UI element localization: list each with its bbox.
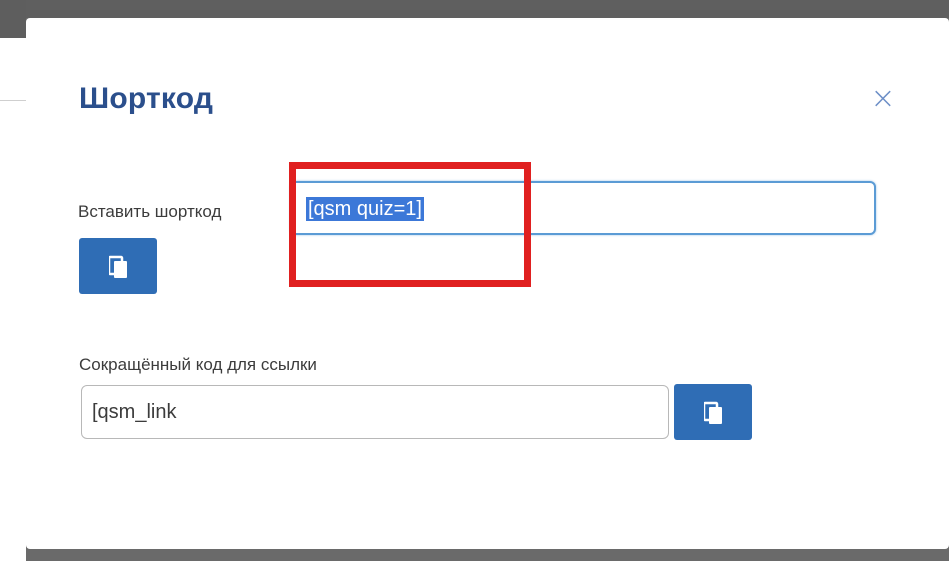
link-shortcode-input[interactable]: [qsm_link: [81, 385, 669, 439]
close-button[interactable]: ×: [868, 84, 898, 114]
modal-title: Шорткод: [79, 82, 214, 115]
shortcode-label: Вставить шорткод: [78, 202, 222, 221]
shortcode-selected-text: [qsm quiz=1]: [306, 197, 424, 221]
copy-link-shortcode-button[interactable]: [674, 384, 752, 440]
background-page-header: [0, 0, 26, 38]
shortcode-modal: Шорткод × Вставить шорткод [qsm quiz=1] …: [26, 18, 949, 549]
backdrop-top-bar: [0, 0, 949, 18]
copy-icon: [704, 401, 722, 424]
copy-icon: [109, 255, 127, 278]
close-icon: ×: [870, 81, 896, 116]
shortcode-input[interactable]: [qsm quiz=1]: [290, 181, 876, 235]
background-divider: [0, 100, 26, 101]
link-shortcode-label: Сокращённый код для ссылки: [79, 355, 317, 374]
background-page-edge: [0, 0, 26, 561]
copy-shortcode-button[interactable]: [79, 238, 157, 294]
